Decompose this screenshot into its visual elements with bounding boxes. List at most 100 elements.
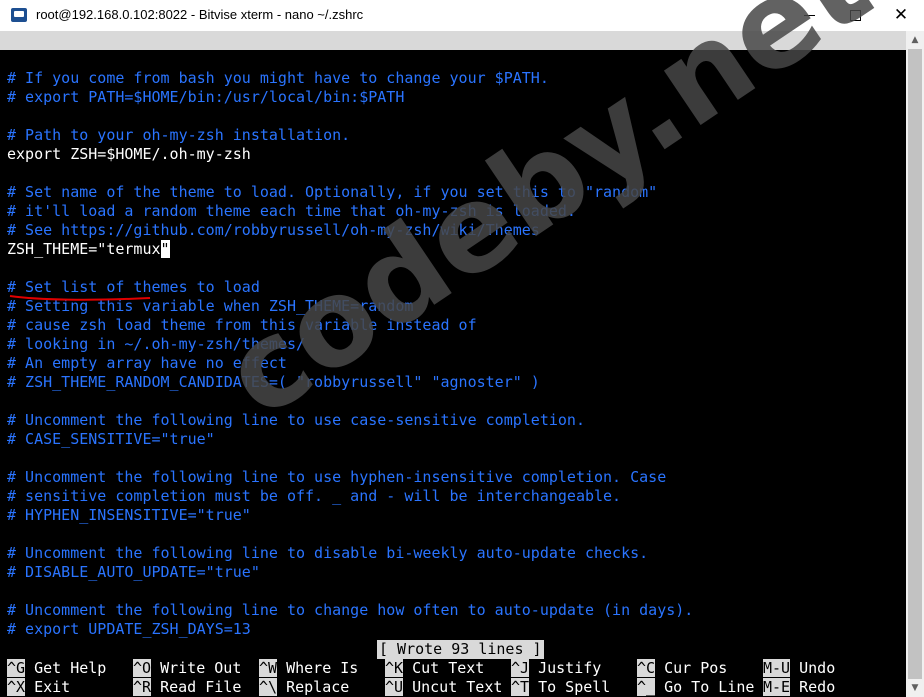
editor-line: # export PATH=$HOME/bin:/usr/local/bin:$… xyxy=(7,88,404,107)
maximize-icon xyxy=(849,10,861,21)
line-text: # HYPHEN_INSENSITIVE="true" xyxy=(7,506,251,524)
editor-line: # Uncomment the following line to disabl… xyxy=(7,544,648,563)
scrollbar-thumb[interactable] xyxy=(908,49,922,679)
shortcut-item: M-E Redo xyxy=(763,678,835,697)
window-titlebar[interactable]: root@192.168.0.102:8022 - Bitvise xterm … xyxy=(0,0,924,32)
shortcut-key: ^R xyxy=(133,678,152,696)
line-text: # Uncomment the following line to disabl… xyxy=(7,544,649,562)
shortcut-key: ^W xyxy=(259,659,278,677)
editor-line: # looking in ~/.oh-my-zsh/themes/ xyxy=(7,335,305,354)
maximize-button[interactable] xyxy=(832,0,878,31)
shortcut-label: Uncut Text xyxy=(412,678,503,696)
nano-header: GNU nano 2.8.7 File: /data/data/com.term… xyxy=(0,31,906,87)
line-text: # Uncomment the following line to change… xyxy=(7,601,694,619)
editor-line: # Set name of the theme to load. Optiona… xyxy=(7,183,657,202)
shortcut-key: ^K xyxy=(385,659,404,677)
terminal-area[interactable]: GNU nano 2.8.7 File: /data/data/com.term… xyxy=(0,31,906,697)
line-text: # ZSH_THEME_RANDOM_CANDIDATES=( "robbyru… xyxy=(7,373,540,391)
nano-shortcut-bar: ^G Get Help ^O Write Out ^W Where Is ^K Cut… xyxy=(0,659,906,697)
shortcut-key: ^G xyxy=(7,659,26,677)
line-text: ZSH_THEME="termux xyxy=(7,240,161,258)
line-text: # Path to your oh-my-zsh installation. xyxy=(7,126,351,144)
text-cursor: " xyxy=(160,240,170,258)
shortcut-key: ^C xyxy=(637,659,656,677)
editor-line: # If you come from bash you might have t… xyxy=(7,69,549,88)
shortcut-key: ^\ xyxy=(259,678,278,696)
editor-line: # Path to your oh-my-zsh installation. xyxy=(7,126,350,145)
close-icon: ✕ xyxy=(893,5,909,25)
shortcut-key: ^U xyxy=(385,678,404,696)
shortcut-label: Get Help xyxy=(34,659,107,677)
editor-line: # An empty array have no effect xyxy=(7,354,287,373)
scroll-down-arrow-icon[interactable]: ▼ xyxy=(906,679,924,697)
line-text: # An empty array have no effect xyxy=(7,354,287,372)
line-text: # If you come from bash you might have t… xyxy=(7,69,549,87)
terminal-app-icon xyxy=(11,8,27,22)
shortcut-label: Write Out xyxy=(160,659,242,677)
nano-status-message: [ Wrote 93 lines ] xyxy=(377,640,544,659)
shortcut-item: ^J Justify xyxy=(511,659,601,678)
editor-line: # cause zsh load theme from this variabl… xyxy=(7,316,477,335)
line-text: # CASE_SENSITIVE="true" xyxy=(7,430,215,448)
shortcut-item: ^X Exit xyxy=(7,678,70,697)
shortcut-item: ^G Get Help xyxy=(7,659,106,678)
line-text: # export UPDATE_ZSH_DAYS=13 xyxy=(7,620,251,638)
shortcut-item: ^U Uncut Text xyxy=(385,678,502,697)
line-text: # cause zsh load theme from this variabl… xyxy=(7,316,477,334)
line-text: # export PATH=$HOME/bin:/usr/local/bin:$… xyxy=(7,88,405,106)
shortcut-item: ^\ Replace xyxy=(259,678,349,697)
line-text: # looking in ~/.oh-my-zsh/themes/ xyxy=(7,335,306,353)
editor-line: # sensitive completion must be off. _ an… xyxy=(7,487,621,506)
line-text: # sensitive completion must be off. _ an… xyxy=(7,487,622,505)
minimize-icon xyxy=(803,15,815,16)
red-underline-annotation xyxy=(9,295,151,301)
line-text: # DISABLE_AUTO_UPDATE="true" xyxy=(7,563,260,581)
shortcut-key: ^X xyxy=(7,678,26,696)
shortcut-key: M-E xyxy=(763,678,791,696)
editor-line: # HYPHEN_INSENSITIVE="true" xyxy=(7,506,251,525)
window-title: root@192.168.0.102:8022 - Bitvise xterm … xyxy=(36,7,364,22)
line-text: # See https://github.com/robbyrussell/oh… xyxy=(7,221,540,239)
line-text: # Set name of the theme to load. Optiona… xyxy=(7,183,658,201)
shortcut-item: ^W Where Is xyxy=(259,659,358,678)
shortcut-item: ^C Cur Pos xyxy=(637,659,727,678)
shortcut-label: Cut Text xyxy=(412,659,485,677)
editor-line: # CASE_SENSITIVE="true" xyxy=(7,430,215,449)
close-button[interactable]: ✕ xyxy=(878,0,924,31)
vertical-scrollbar[interactable]: ▲ ▼ xyxy=(906,31,924,697)
shortcut-item: ^_ Go To Line xyxy=(637,678,754,697)
line-text: export ZSH=$HOME/.oh-my-zsh xyxy=(7,145,251,163)
editor-line: # Uncomment the following line to use ca… xyxy=(7,411,585,430)
shortcut-label: Justify xyxy=(538,659,602,677)
shortcut-item: ^T To Spell xyxy=(511,678,610,697)
nano-version: GNU nano 2.8.7 xyxy=(25,50,152,68)
shortcut-label: Cur Pos xyxy=(664,659,728,677)
shortcut-label: Replace xyxy=(286,678,350,696)
shortcut-label: Exit xyxy=(34,678,71,696)
shortcut-key: M-U xyxy=(763,659,791,677)
shortcut-item: ^O Write Out xyxy=(133,659,241,678)
editor-line: export ZSH=$HOME/.oh-my-zsh xyxy=(7,145,251,164)
line-text: # Uncomment the following line to use ca… xyxy=(7,411,585,429)
editor-line: # See https://github.com/robbyrussell/oh… xyxy=(7,221,540,240)
shortcut-item: ^K Cut Text xyxy=(385,659,484,678)
shortcut-label: To Spell xyxy=(538,678,611,696)
shortcut-label: Where Is xyxy=(286,659,359,677)
minimize-button[interactable] xyxy=(786,0,832,31)
shortcut-item: M-U Undo xyxy=(763,659,835,678)
editor-line: # it'll load a random theme each time th… xyxy=(7,202,576,221)
scroll-up-arrow-icon[interactable]: ▲ xyxy=(906,31,924,49)
editor-line: # ZSH_THEME_RANDOM_CANDIDATES=( "robbyru… xyxy=(7,373,540,392)
editor-line: # Uncomment the following line to use hy… xyxy=(7,468,666,487)
editor-line: # DISABLE_AUTO_UPDATE="true" xyxy=(7,563,260,582)
shortcut-key: ^J xyxy=(511,659,530,677)
line-text: # Uncomment the following line to use hy… xyxy=(7,468,667,486)
shortcut-key: ^O xyxy=(133,659,152,677)
shortcut-label: Go To Line xyxy=(664,678,755,696)
editor-line: # export UPDATE_ZSH_DAYS=13 xyxy=(7,620,251,639)
editor-line: # Uncomment the following line to change… xyxy=(7,601,693,620)
line-text: # it'll load a random theme each time th… xyxy=(7,202,576,220)
shortcut-label: Undo xyxy=(799,659,836,677)
shortcut-key: ^T xyxy=(511,678,530,696)
shortcut-item: ^R Read File xyxy=(133,678,241,697)
